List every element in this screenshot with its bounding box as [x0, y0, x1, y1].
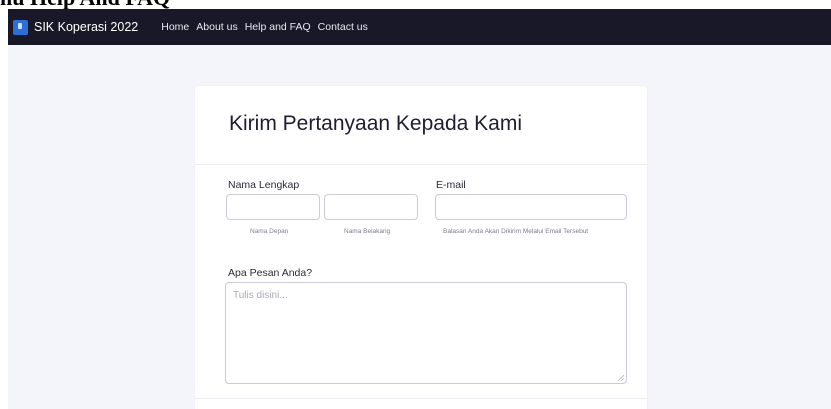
email-hint: Balasan Anda Akan Dikirim Melalui Email … [443, 228, 589, 235]
nav-link-home[interactable]: Home [161, 21, 189, 33]
form-title: Kirim Pertanyaan Kepada Kami [229, 112, 522, 135]
nav-link-help-faq[interactable]: Help and FAQ [245, 21, 311, 33]
nav-link-about-us[interactable]: About us [196, 21, 237, 33]
contact-form-card: Kirim Pertanyaan Kepada Kami Nama Lengka… [195, 86, 647, 409]
nav-link-contact-us[interactable]: Contact us [318, 21, 368, 33]
last-name-hint: Nama Belakang [344, 228, 391, 235]
app-window: SIK Koperasi 2022 Home About us Help and… [8, 9, 831, 409]
document-heading: nu Help And FAQ [0, 0, 170, 9]
last-name-input[interactable] [324, 194, 418, 220]
email-label: E-mail [436, 179, 466, 191]
brand-link[interactable]: SIK Koperasi 2022 [13, 19, 139, 35]
nav-links: Home About us Help and FAQ Contact us [161, 21, 375, 33]
full-name-label: Nama Lengkap [228, 179, 300, 191]
title-divider [195, 164, 647, 165]
brand-name: SIK Koperasi 2022 [34, 20, 139, 34]
form-bottom-divider [195, 398, 647, 399]
first-name-hint: Nama Depan [250, 228, 289, 235]
resize-handle-icon[interactable] [617, 374, 624, 381]
brand-logo-icon [13, 19, 28, 35]
message-label: Apa Pesan Anda? [228, 267, 313, 279]
message-textarea[interactable] [225, 282, 627, 384]
first-name-input[interactable] [226, 194, 320, 220]
top-navbar: SIK Koperasi 2022 Home About us Help and… [8, 9, 831, 45]
email-input[interactable] [435, 194, 627, 220]
